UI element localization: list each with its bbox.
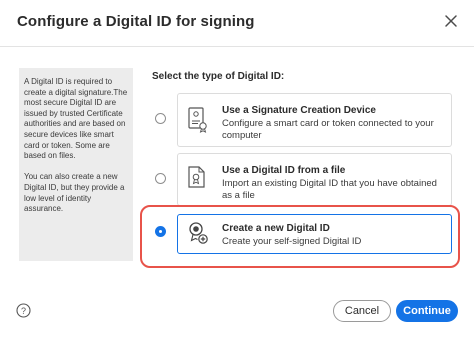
option-description: Import an existing Digital ID that you h… bbox=[222, 178, 437, 201]
info-text: A Digital ID is required to create a dig… bbox=[24, 77, 128, 215]
radio-new-digital-id[interactable] bbox=[155, 226, 166, 237]
option-title: Use a Digital ID from a file bbox=[222, 165, 346, 176]
configure-digital-id-dialog: Configure a Digital ID for signing A Dig… bbox=[0, 0, 474, 338]
svg-text:?: ? bbox=[21, 306, 26, 316]
radio-signature-device[interactable] bbox=[155, 113, 166, 124]
card-signature-device[interactable]: Use a Signature Creation Device Configur… bbox=[177, 93, 452, 147]
card-digital-id-file[interactable]: Use a Digital ID from a file Import an e… bbox=[177, 153, 452, 206]
digital-id-file-icon bbox=[188, 166, 205, 188]
info-panel: A Digital ID is required to create a dig… bbox=[19, 68, 133, 261]
radio-digital-id-file[interactable] bbox=[155, 173, 166, 184]
header-divider bbox=[0, 46, 474, 47]
info-paragraph-1: A Digital ID is required to create a dig… bbox=[24, 77, 128, 161]
signature-device-icon bbox=[188, 107, 207, 133]
dialog-title: Configure a Digital ID for signing bbox=[17, 13, 255, 30]
card-new-digital-id[interactable]: Create a new Digital ID Create your self… bbox=[177, 214, 452, 254]
help-icon[interactable]: ? bbox=[16, 303, 31, 318]
option-description: Create your self-signed Digital ID bbox=[222, 236, 362, 247]
option-title: Use a Signature Creation Device bbox=[222, 105, 376, 116]
cancel-button[interactable]: Cancel bbox=[333, 300, 391, 322]
select-type-label: Select the type of Digital ID: bbox=[152, 71, 285, 82]
option-description: Configure a smart card or token connecte… bbox=[222, 118, 434, 141]
new-digital-id-icon bbox=[189, 222, 208, 244]
info-paragraph-2: You can also create a new Digital ID, bu… bbox=[24, 172, 125, 214]
dialog-header: Configure a Digital ID for signing bbox=[0, 0, 474, 46]
close-icon[interactable] bbox=[442, 12, 460, 30]
option-title: Create a new Digital ID bbox=[222, 223, 330, 234]
continue-button[interactable]: Continue bbox=[396, 300, 458, 322]
